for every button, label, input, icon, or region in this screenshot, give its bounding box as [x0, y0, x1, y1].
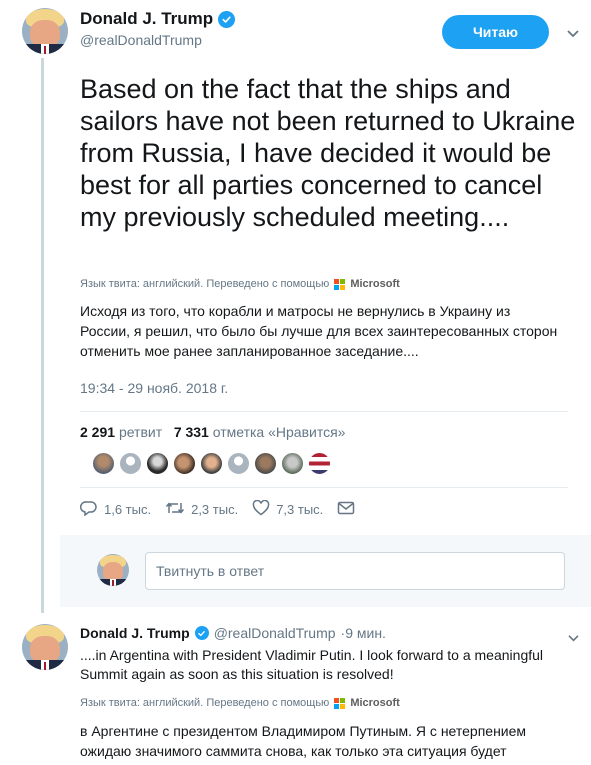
translator-name[interactable]: Microsoft: [350, 278, 400, 290]
retweet-count[interactable]: 2 291: [80, 424, 115, 440]
liker-avatar[interactable]: [173, 452, 196, 475]
liker-avatar[interactable]: [227, 452, 250, 475]
retweet-action-count: 2,3 тыс.: [191, 502, 239, 517]
liker-avatar[interactable]: [308, 452, 331, 475]
like-count[interactable]: 7 331: [174, 424, 209, 440]
translation-note: Язык твита: английский. Переведено с пом…: [80, 278, 400, 290]
second-tweet-text: ....in Argentina with President Vladimir…: [80, 647, 544, 682]
retweet-count-label[interactable]: ретвит: [119, 424, 162, 440]
author-handle[interactable]: @realDonaldTrump: [214, 625, 336, 641]
tweet-action-bar: 1,6 тыс. 2,3 тыс. 7,3 тыс.: [79, 499, 369, 519]
microsoft-logo-icon: [334, 697, 346, 709]
verified-badge-icon: [194, 626, 209, 640]
author-avatar[interactable]: [22, 8, 68, 54]
translation-note-text: Язык твита: английский. Переведено с пом…: [80, 697, 330, 709]
reply-input[interactable]: Твитнуть в ответ: [145, 552, 565, 590]
reply-icon: [79, 500, 98, 519]
like-count-label[interactable]: отметка «Нравится»: [213, 424, 346, 440]
verified-badge-icon: [218, 10, 236, 28]
liker-avatar[interactable]: [146, 452, 169, 475]
like-action-count: 7,3 тыс.: [276, 502, 324, 517]
second-tweet-header: Donald J. Trump @realDonaldTrump ·9 мин.: [80, 625, 386, 641]
translated-text: Исходя из того, что корабли и матросы не…: [80, 303, 558, 359]
envelope-icon: [337, 501, 355, 518]
divider: [80, 411, 568, 412]
translator-name[interactable]: Microsoft: [350, 697, 400, 709]
second-translated-text: в Аргентине с президентом Владимиром Пут…: [80, 723, 527, 765]
author-avatar[interactable]: [22, 624, 68, 670]
translation-note-text: Язык твита: английский. Переведено с пом…: [80, 278, 330, 290]
reply-count: 1,6 тыс.: [104, 502, 152, 517]
current-user-avatar: [97, 554, 129, 586]
liker-avatar[interactable]: [119, 452, 142, 475]
liker-avatar[interactable]: [281, 452, 304, 475]
liker-avatar[interactable]: [200, 452, 223, 475]
author-name[interactable]: Donald J. Trump: [80, 625, 190, 641]
thread-connector-line: [41, 58, 44, 613]
divider: [80, 487, 568, 488]
tweet-text: Based on the fact that the ships and sai…: [80, 74, 576, 232]
liker-avatars: [92, 452, 331, 475]
tweet-stats: 2 291 ретвит 7 331 отметка «Нравится»: [80, 424, 345, 440]
reply-button[interactable]: 1,6 тыс.: [79, 500, 152, 519]
translation-note: Язык твита: английский. Переведено с пом…: [80, 697, 400, 709]
author-name[interactable]: Donald J. Trump: [80, 9, 213, 29]
following-button[interactable]: Читаю: [442, 15, 549, 49]
chevron-down-icon[interactable]: [566, 26, 580, 44]
tweet-header: Donald J. Trump @realDonaldTrump: [80, 9, 236, 48]
heart-icon: [252, 499, 270, 519]
liker-avatar[interactable]: [254, 452, 277, 475]
author-handle[interactable]: @realDonaldTrump: [80, 32, 235, 48]
tweet-time[interactable]: ·9 мин.: [341, 625, 386, 641]
like-button[interactable]: 7,3 тыс.: [252, 499, 324, 519]
chevron-down-icon[interactable]: [567, 630, 580, 648]
retweet-icon: [165, 500, 185, 519]
tweet-timestamp[interactable]: 19:34 - 29 нояб. 2018 г.: [80, 380, 228, 396]
liker-avatar[interactable]: [92, 452, 115, 475]
direct-message-button[interactable]: [337, 501, 355, 518]
microsoft-logo-icon: [334, 278, 346, 290]
retweet-button[interactable]: 2,3 тыс.: [165, 500, 238, 519]
